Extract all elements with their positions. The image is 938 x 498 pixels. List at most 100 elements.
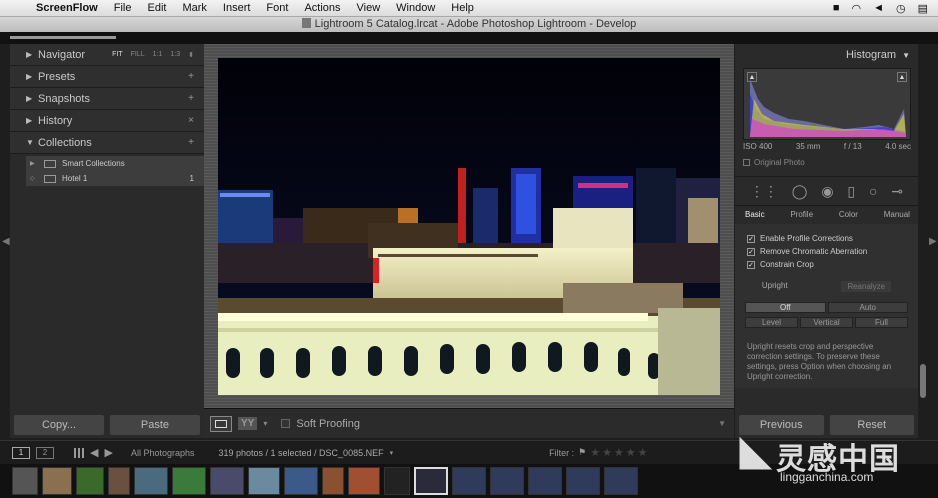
- secondary-window-button[interactable]: 2: [36, 446, 54, 459]
- histogram[interactable]: ▲ ▲: [743, 68, 911, 140]
- filmstrip-thumbnail[interactable]: [210, 467, 244, 495]
- original-photo-checkbox[interactable]: [743, 159, 750, 166]
- wifi-icon[interactable]: ◠: [851, 2, 861, 15]
- checkbox-checked-icon[interactable]: ✓: [747, 260, 755, 269]
- filmstrip-thumbnail[interactable]: [604, 467, 638, 495]
- left-panel-toggle-icon[interactable]: ◀: [2, 236, 10, 247]
- right-panel-scrollbar[interactable]: [918, 44, 928, 438]
- menu-app[interactable]: ScreenFlow: [28, 2, 106, 14]
- menu-help[interactable]: Help: [443, 2, 482, 14]
- add-snapshot-button[interactable]: +: [188, 93, 194, 104]
- star-rating-filter[interactable]: ★★★★★: [590, 446, 649, 459]
- tab-manual[interactable]: Manual: [884, 210, 910, 219]
- disclosure-triangle-icon[interactable]: ▶: [26, 160, 40, 167]
- zoom-dropdown-icon[interactable]: ⬍: [188, 51, 194, 59]
- filmstrip-thumbnail[interactable]: [108, 467, 130, 495]
- constrain-crop[interactable]: ✓ Constrain Crop: [735, 258, 918, 271]
- toolbar-options-dropdown-icon[interactable]: ▼: [718, 419, 726, 428]
- presets-header[interactable]: ▶ Presets +: [10, 66, 204, 88]
- navigator-header[interactable]: ▶ Navigator FIT FILL 1:1 1:3 ⬍: [10, 44, 204, 66]
- filmstrip-thumbnail[interactable]: [348, 467, 380, 495]
- grid-view-icon[interactable]: [74, 447, 84, 458]
- tab-color[interactable]: Color: [839, 210, 858, 219]
- filmstrip-thumbnail[interactable]: [566, 467, 600, 495]
- before-after-dropdown-icon[interactable]: ▾: [263, 419, 267, 428]
- flag-filter-icon[interactable]: ⚑: [578, 447, 586, 458]
- filmstrip-thumbnail[interactable]: [172, 467, 206, 495]
- scrollbar-thumb[interactable]: [920, 364, 926, 398]
- menu-view[interactable]: View: [349, 2, 389, 14]
- red-eye-icon[interactable]: ◉: [821, 183, 833, 200]
- upright-level-button[interactable]: Level: [745, 317, 798, 328]
- source-dropdown-icon[interactable]: ▾: [390, 449, 394, 457]
- back-arrow-icon[interactable]: ◀: [90, 446, 98, 459]
- tool-strip: ⋮⋮ ◯ ◉ ▯ ○ ⊸: [735, 176, 918, 206]
- upright-auto-button[interactable]: Auto: [827, 302, 908, 313]
- filmstrip-thumbnail[interactable]: [76, 467, 104, 495]
- checkbox-checked-icon[interactable]: ✓: [747, 247, 755, 256]
- graduated-filter-icon[interactable]: ▯: [847, 183, 855, 200]
- list-item[interactable]: ◇ Hotel 1 1: [26, 171, 204, 186]
- upright-full-button[interactable]: Full: [855, 317, 908, 328]
- tab-basic[interactable]: Basic: [745, 210, 765, 219]
- copy-button[interactable]: Copy...: [14, 415, 104, 435]
- collections-header[interactable]: ▼ Collections +: [10, 132, 204, 154]
- snapshots-header[interactable]: ▶ Snapshots +: [10, 88, 204, 110]
- menu-window[interactable]: Window: [388, 2, 443, 14]
- add-collection-button[interactable]: +: [188, 137, 194, 148]
- spot-removal-icon[interactable]: ◯: [792, 183, 808, 200]
- upright-off-button[interactable]: Off: [745, 302, 826, 313]
- enable-profile-corrections[interactable]: ✓ Enable Profile Corrections: [735, 232, 918, 245]
- filmstrip-thumbnail[interactable]: [490, 467, 524, 495]
- adjustment-brush-icon[interactable]: ⊸: [891, 183, 903, 200]
- filmstrip-thumbnail[interactable]: [452, 467, 486, 495]
- filmstrip-thumbnail[interactable]: [248, 467, 280, 495]
- photo-preview[interactable]: [218, 58, 720, 395]
- clock-icon[interactable]: ◷: [896, 2, 906, 15]
- right-panel-toggle-icon[interactable]: ▶: [929, 236, 937, 247]
- menu-actions[interactable]: Actions: [296, 2, 348, 14]
- filmstrip-thumbnail[interactable]: [12, 467, 38, 495]
- original-photo-toggle[interactable]: Original Photo: [743, 158, 805, 167]
- zoom-1-3[interactable]: 1:3: [170, 51, 180, 59]
- filmstrip-thumbnail[interactable]: [322, 467, 344, 495]
- volume-icon[interactable]: ◄: [873, 2, 884, 15]
- upright-vertical-button[interactable]: Vertical: [800, 317, 853, 328]
- filmstrip-thumbnail[interactable]: [42, 467, 72, 495]
- zoom-fill[interactable]: FILL: [131, 51, 145, 59]
- menu-font[interactable]: Font: [258, 2, 296, 14]
- checkbox-checked-icon[interactable]: ✓: [747, 234, 755, 243]
- filmstrip-thumbnail-selected[interactable]: [414, 467, 448, 495]
- radial-filter-icon[interactable]: ○: [869, 183, 877, 199]
- exif-aperture: f / 13: [843, 142, 862, 151]
- histogram-header[interactable]: Histogram ▼: [735, 44, 918, 66]
- menu-insert[interactable]: Insert: [215, 2, 259, 14]
- soft-proofing-checkbox[interactable]: [281, 419, 291, 428]
- menu-extra-icon[interactable]: ▤: [918, 2, 928, 15]
- before-after-button[interactable]: YY: [238, 417, 258, 430]
- remove-chromatic-aberration[interactable]: ✓ Remove Chromatic Aberration: [735, 245, 918, 258]
- menu-mark[interactable]: Mark: [174, 2, 214, 14]
- forward-arrow-icon[interactable]: ▶: [104, 446, 112, 459]
- module-picker-handle[interactable]: [10, 36, 116, 39]
- loupe-view-button[interactable]: [210, 415, 232, 432]
- clear-history-button[interactable]: ×: [188, 115, 194, 126]
- filmstrip-thumbnail[interactable]: [284, 467, 318, 495]
- add-preset-button[interactable]: +: [188, 71, 194, 82]
- zoom-fit[interactable]: FIT: [112, 51, 123, 59]
- crop-tool-icon[interactable]: ⋮⋮: [750, 183, 778, 200]
- paste-button[interactable]: Paste: [110, 415, 200, 435]
- zoom-1-1[interactable]: 1:1: [153, 51, 163, 59]
- filmstrip-thumbnail[interactable]: [384, 467, 410, 495]
- filmstrip-thumbnail[interactable]: [134, 467, 168, 495]
- tab-profile[interactable]: Profile: [790, 210, 813, 219]
- filmstrip-source[interactable]: All Photographs: [131, 448, 195, 458]
- history-header[interactable]: ▶ History ×: [10, 110, 204, 132]
- main-window-button[interactable]: 1: [12, 446, 30, 459]
- filmstrip-thumbnail[interactable]: [528, 467, 562, 495]
- menu-file[interactable]: File: [106, 2, 140, 14]
- reanalyze-button[interactable]: Reanalyze: [841, 281, 892, 292]
- menu-edit[interactable]: Edit: [139, 2, 174, 14]
- record-icon[interactable]: ■: [833, 2, 840, 15]
- list-item[interactable]: ▶ Smart Collections: [26, 156, 204, 171]
